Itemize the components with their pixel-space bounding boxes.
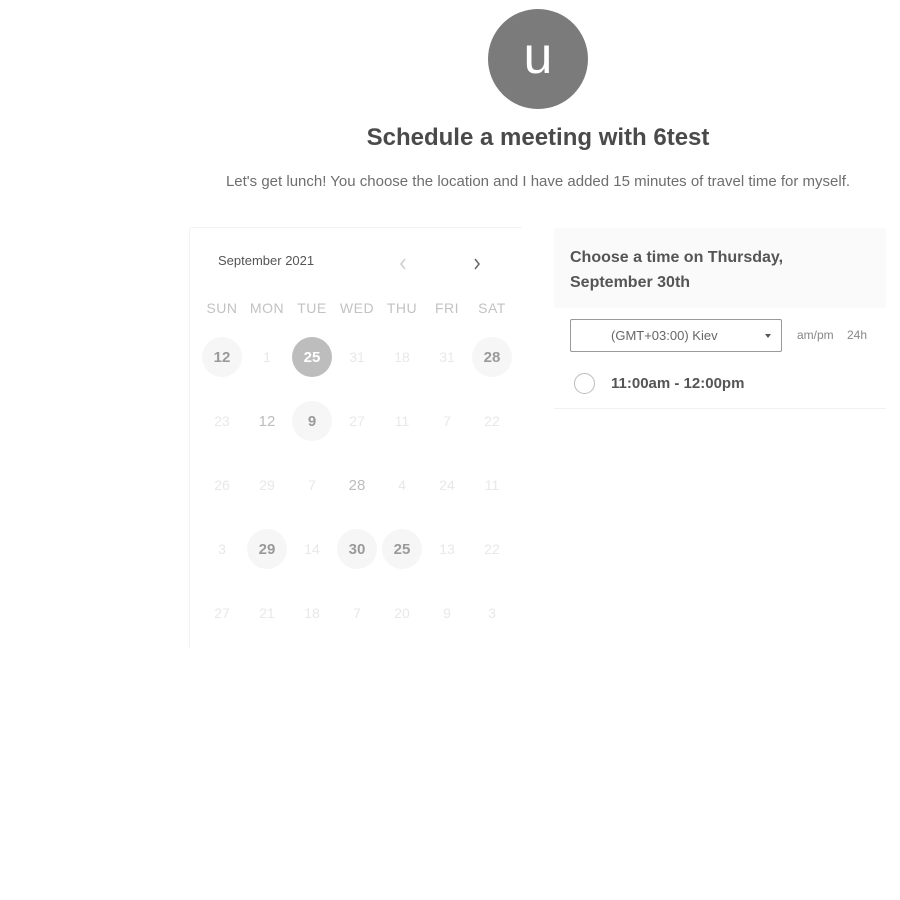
calendar-day[interactable]: 9 bbox=[292, 401, 332, 441]
chevron-right-icon bbox=[474, 258, 481, 270]
calendar-day: 18 bbox=[304, 605, 320, 621]
format-24h-toggle[interactable]: 24h bbox=[847, 328, 867, 342]
calendar-day: 7 bbox=[443, 413, 451, 429]
calendar-day: 31 bbox=[439, 349, 455, 365]
calendar-day: 20 bbox=[394, 605, 410, 621]
calendar-day: 14 bbox=[304, 541, 320, 557]
time-panel-header: Choose a time on Thursday, September 30t… bbox=[554, 228, 886, 308]
calendar-day[interactable]: 12 bbox=[202, 337, 242, 377]
format-ampm-toggle[interactable]: am/pm bbox=[797, 328, 834, 342]
calendar-day: 31 bbox=[349, 349, 365, 365]
calendar-day: 7 bbox=[353, 605, 361, 621]
calendar-day[interactable]: 25 bbox=[382, 529, 422, 569]
weekday-label: WED bbox=[339, 300, 375, 316]
calendar-day: 22 bbox=[484, 413, 500, 429]
timezone-select[interactable]: (GMT+03:00) Kiev bbox=[570, 319, 782, 352]
time-slot-panel: Choose a time on Thursday, September 30t… bbox=[554, 228, 886, 409]
calendar-day: 23 bbox=[214, 413, 230, 429]
weekday-label: FRI bbox=[434, 300, 460, 316]
weekday-label: TUE bbox=[297, 300, 327, 316]
host-avatar: u bbox=[488, 9, 588, 109]
date-picker-calendar: September 2021 SUN MON TUE WED THU FRI S… bbox=[190, 228, 522, 648]
calendar-day: 1 bbox=[263, 349, 271, 365]
selected-date-heading: Choose a time on Thursday, September 30t… bbox=[570, 249, 784, 291]
timezone-value: (GMT+03:00) Kiev bbox=[611, 328, 718, 343]
calendar-day: 11 bbox=[394, 413, 410, 429]
calendar-day: 7 bbox=[308, 477, 316, 493]
avatar-initial: u bbox=[523, 27, 553, 85]
calendar-month-label: September 2021 bbox=[218, 253, 315, 268]
page-title: Schedule a meeting with 6test bbox=[366, 124, 710, 151]
calendar-day: 12 bbox=[258, 412, 276, 430]
dropdown-caret-icon bbox=[765, 334, 771, 338]
weekday-label: THU bbox=[386, 300, 418, 316]
calendar-day: 3 bbox=[218, 541, 226, 557]
calendar-day: 11 bbox=[484, 477, 500, 493]
calendar-day: 29 bbox=[259, 477, 275, 493]
weekday-label: SUN bbox=[206, 300, 238, 316]
weekday-label: SAT bbox=[478, 300, 506, 316]
time-slot-option[interactable]: 11:00am - 12:00pm bbox=[574, 369, 874, 397]
calendar-day: 27 bbox=[214, 605, 230, 621]
calendar-day: 13 bbox=[439, 541, 455, 557]
calendar-day: 4 bbox=[398, 477, 406, 493]
calendar-day: 18 bbox=[394, 349, 410, 365]
calendar-day: 3 bbox=[488, 605, 496, 621]
next-month-button[interactable] bbox=[465, 252, 489, 276]
calendar-day[interactable]: 28 bbox=[472, 337, 512, 377]
calendar-day: 9 bbox=[443, 605, 451, 621]
calendar-day: 27 bbox=[349, 413, 365, 429]
calendar-day: 21 bbox=[259, 605, 275, 621]
calendar-day: 26 bbox=[214, 477, 230, 493]
weekday-label: MON bbox=[249, 300, 285, 316]
calendar-day: 24 bbox=[439, 477, 455, 493]
calendar-day[interactable]: 29 bbox=[247, 529, 287, 569]
calendar-day[interactable]: 25 bbox=[292, 337, 332, 377]
radio-button[interactable] bbox=[574, 372, 595, 394]
calendar-day[interactable]: 30 bbox=[337, 529, 377, 569]
time-slot-label: 11:00am - 12:00pm bbox=[611, 374, 745, 392]
meeting-description: Let's get lunch! You choose the location… bbox=[225, 173, 851, 190]
previous-month-button[interactable] bbox=[391, 252, 415, 276]
chevron-left-icon bbox=[399, 258, 406, 270]
calendar-day: 28 bbox=[348, 476, 366, 494]
calendar-day: 22 bbox=[484, 541, 500, 557]
